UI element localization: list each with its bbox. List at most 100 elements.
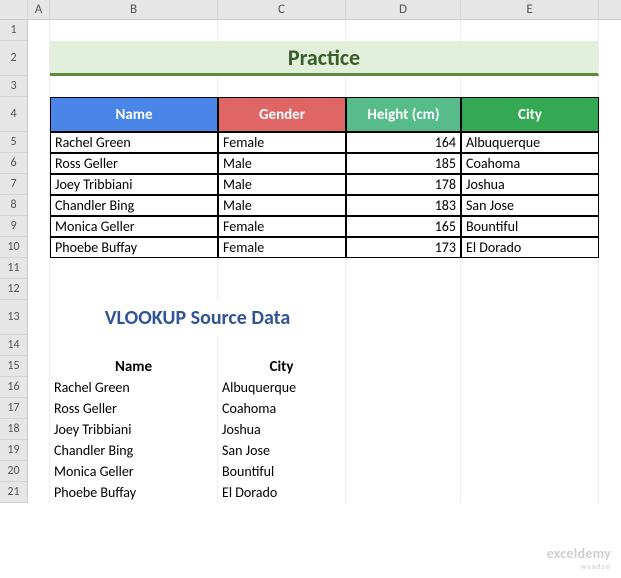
cell[interactable] [28, 377, 50, 398]
row-header-20[interactable]: 20 [0, 461, 28, 482]
row-header-9[interactable]: 9 [0, 216, 28, 237]
src-name[interactable]: Phoebe Buffay [50, 482, 218, 503]
cell-gender[interactable]: Male [218, 174, 346, 195]
row-header-7[interactable]: 7 [0, 174, 28, 195]
src-name[interactable]: Joey Tribbiani [50, 419, 218, 440]
select-all-corner[interactable] [0, 0, 28, 19]
cell-height[interactable]: 185 [346, 153, 461, 174]
src-city[interactable]: Bountiful [218, 461, 346, 482]
cell-city[interactable]: San Jose [461, 195, 599, 216]
cell[interactable] [28, 41, 50, 76]
cell[interactable] [346, 398, 461, 419]
row-header-15[interactable]: 15 [0, 356, 28, 377]
cell[interactable] [461, 20, 599, 41]
cell[interactable] [50, 335, 218, 356]
cell-name[interactable]: Phoebe Buffay [50, 237, 218, 258]
row-header-2[interactable]: 2 [0, 41, 28, 76]
col-header-b[interactable]: B [50, 0, 218, 19]
row-header-17[interactable]: 17 [0, 398, 28, 419]
cell[interactable] [461, 377, 599, 398]
cell-height[interactable]: 165 [346, 216, 461, 237]
cell[interactable] [346, 482, 461, 503]
cell-city[interactable]: El Dorado [461, 237, 599, 258]
cell[interactable] [346, 377, 461, 398]
cell[interactable] [28, 279, 50, 300]
cell[interactable] [218, 279, 346, 300]
cell[interactable] [218, 258, 346, 279]
cell[interactable] [28, 398, 50, 419]
th-gender[interactable]: Gender [218, 97, 346, 132]
cell[interactable] [50, 258, 218, 279]
cell[interactable] [218, 76, 346, 97]
cell[interactable] [28, 258, 50, 279]
cell[interactable] [346, 300, 461, 335]
cell[interactable] [346, 440, 461, 461]
cell-gender[interactable]: Female [218, 216, 346, 237]
cell[interactable] [28, 335, 50, 356]
cell[interactable] [28, 132, 50, 153]
practice-title[interactable]: Practice [50, 41, 599, 76]
cell[interactable] [461, 461, 599, 482]
cell[interactable] [461, 279, 599, 300]
src-city[interactable]: San Jose [218, 440, 346, 461]
row-header-6[interactable]: 6 [0, 153, 28, 174]
row-header-4[interactable]: 4 [0, 97, 28, 132]
cell[interactable] [346, 419, 461, 440]
cell-city[interactable]: Coahoma [461, 153, 599, 174]
row-header-16[interactable]: 16 [0, 377, 28, 398]
cell-height[interactable]: 183 [346, 195, 461, 216]
cell-name[interactable]: Ross Geller [50, 153, 218, 174]
cell-city[interactable]: Albuquerque [461, 132, 599, 153]
cell[interactable] [28, 482, 50, 503]
cell[interactable] [346, 461, 461, 482]
row-header-19[interactable]: 19 [0, 440, 28, 461]
cell[interactable] [218, 20, 346, 41]
cell[interactable] [346, 356, 461, 377]
row-header-13[interactable]: 13 [0, 300, 28, 335]
cell-city[interactable]: Bountiful [461, 216, 599, 237]
cell[interactable] [461, 335, 599, 356]
cell[interactable] [346, 335, 461, 356]
cell-gender[interactable]: Female [218, 132, 346, 153]
cell-height[interactable]: 173 [346, 237, 461, 258]
cell-gender[interactable]: Male [218, 153, 346, 174]
cell[interactable] [346, 258, 461, 279]
cell[interactable] [50, 20, 218, 41]
col-header-c[interactable]: C [218, 0, 346, 19]
src-th-name[interactable]: Name [50, 356, 218, 377]
cell[interactable] [28, 153, 50, 174]
th-height[interactable]: Height (cm) [346, 97, 461, 132]
src-city[interactable]: El Dorado [218, 482, 346, 503]
src-name[interactable]: Ross Geller [50, 398, 218, 419]
cell[interactable] [28, 419, 50, 440]
cell-gender[interactable]: Female [218, 237, 346, 258]
src-name[interactable]: Chandler Bing [50, 440, 218, 461]
cell[interactable] [28, 216, 50, 237]
col-header-d[interactable]: D [346, 0, 461, 19]
row-header-21[interactable]: 21 [0, 482, 28, 503]
cell[interactable] [28, 195, 50, 216]
cell[interactable] [461, 300, 599, 335]
cell[interactable] [461, 482, 599, 503]
cell[interactable] [346, 279, 461, 300]
row-header-12[interactable]: 12 [0, 279, 28, 300]
col-header-a[interactable]: A [28, 0, 50, 19]
src-name[interactable]: Rachel Green [50, 377, 218, 398]
cell-height[interactable]: 178 [346, 174, 461, 195]
cell[interactable] [28, 300, 50, 335]
cell[interactable] [346, 20, 461, 41]
source-title[interactable]: VLOOKUP Source Data [50, 300, 346, 335]
cell[interactable] [50, 76, 218, 97]
row-header-8[interactable]: 8 [0, 195, 28, 216]
row-header-14[interactable]: 14 [0, 335, 28, 356]
cell[interactable] [461, 419, 599, 440]
src-name[interactable]: Monica Geller [50, 461, 218, 482]
cell[interactable] [28, 461, 50, 482]
src-th-city[interactable]: City [218, 356, 346, 377]
row-header-5[interactable]: 5 [0, 132, 28, 153]
src-city[interactable]: Albuquerque [218, 377, 346, 398]
cell[interactable] [28, 174, 50, 195]
row-header-11[interactable]: 11 [0, 258, 28, 279]
cell-gender[interactable]: Male [218, 195, 346, 216]
th-name[interactable]: Name [50, 97, 218, 132]
